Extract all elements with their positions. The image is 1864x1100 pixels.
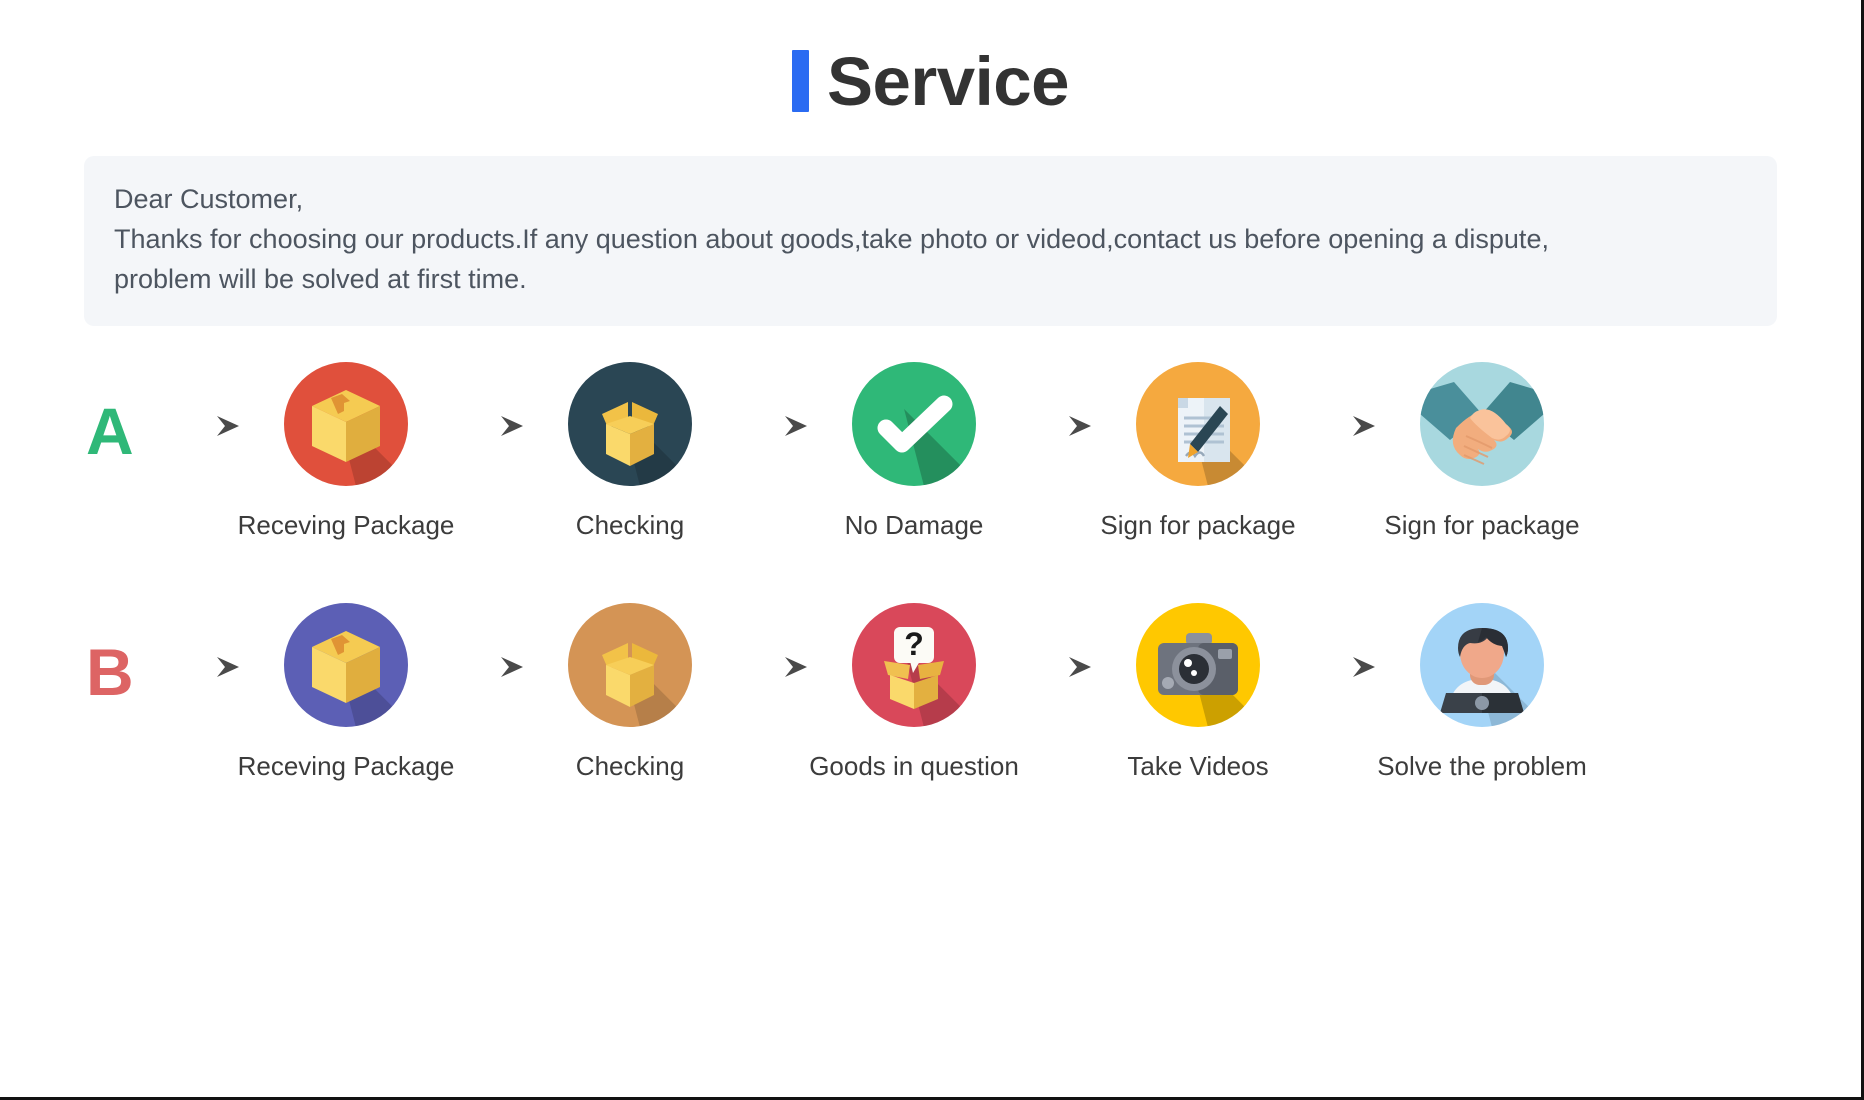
- flow-step: Sign for package: [1100, 361, 1296, 541]
- right-arrow-icon: [160, 362, 248, 438]
- right-arrow-icon: [160, 603, 248, 679]
- flow-step-label: Checking: [575, 751, 685, 782]
- open-box-icon: [568, 361, 692, 486]
- support-person-icon: [1420, 603, 1544, 728]
- right-arrow-icon: [1012, 362, 1100, 438]
- right-arrow-icon: [1296, 603, 1384, 679]
- flow-step-label: Receving Package: [237, 509, 455, 540]
- flow-step: ? Goods in question: [809, 603, 1019, 782]
- open-box-icon: [568, 603, 692, 728]
- service-page: Service Dear Customer, Thanks for choosi…: [0, 0, 1864, 1100]
- flow-step: Checking: [532, 361, 728, 541]
- flow-step: Sign for package: [1384, 361, 1580, 541]
- svg-text:?: ?: [904, 626, 924, 662]
- notice-line-1: Dear Customer,: [114, 184, 304, 214]
- closed-package-icon: [284, 361, 408, 486]
- check-mark-icon: [852, 361, 976, 486]
- page-title: Service: [0, 0, 1861, 120]
- flow-step-label: Receving Package: [237, 751, 455, 782]
- right-arrow-icon: [444, 603, 532, 679]
- flow-step-label: Checking: [575, 509, 685, 540]
- flow-step-label: Take Videos: [1127, 751, 1269, 782]
- flow-step: Receving Package: [238, 361, 454, 541]
- flow-row-b: B Receving Package Checking ? Goods in q…: [0, 603, 1861, 782]
- flow-step: Receving Package: [238, 603, 454, 782]
- camera-icon: [1136, 603, 1260, 728]
- handshake-icon: [1420, 361, 1544, 486]
- flow-step-label: Goods in question: [809, 751, 1019, 782]
- right-arrow-icon: [1296, 362, 1384, 438]
- right-arrow-icon: [1012, 603, 1100, 679]
- right-arrow-icon: [444, 362, 532, 438]
- customer-notice: Dear Customer, Thanks for choosing our p…: [84, 156, 1777, 326]
- right-arrow-icon: [728, 603, 816, 679]
- page-title-text: Service: [826, 42, 1070, 120]
- flow-step: Take Videos: [1100, 603, 1296, 782]
- flow-step-label: No Damage: [844, 509, 984, 540]
- question-box-icon: ?: [852, 603, 976, 728]
- flow-step: No Damage: [816, 361, 1012, 541]
- title-accent-bar: [791, 50, 809, 112]
- notice-line-3: problem will be solved at first time.: [114, 263, 527, 294]
- flow-step: Solve the problem: [1377, 603, 1587, 782]
- closed-package-icon: [284, 603, 408, 728]
- flow-step: Checking: [532, 603, 728, 782]
- flow-step-label: Sign for package: [1100, 509, 1296, 540]
- flow-letter-b: B: [86, 635, 134, 710]
- flow-step-label: Solve the problem: [1377, 751, 1587, 782]
- document-pen-icon: [1136, 361, 1260, 486]
- flow-row-a: A Receving Package Checking No Damage Si…: [0, 361, 1861, 541]
- flow-step-label: Sign for package: [1384, 509, 1580, 540]
- right-arrow-icon: [728, 362, 816, 438]
- notice-line-2: Thanks for choosing our products.If any …: [114, 223, 1549, 254]
- flow-letter-a: A: [86, 393, 134, 468]
